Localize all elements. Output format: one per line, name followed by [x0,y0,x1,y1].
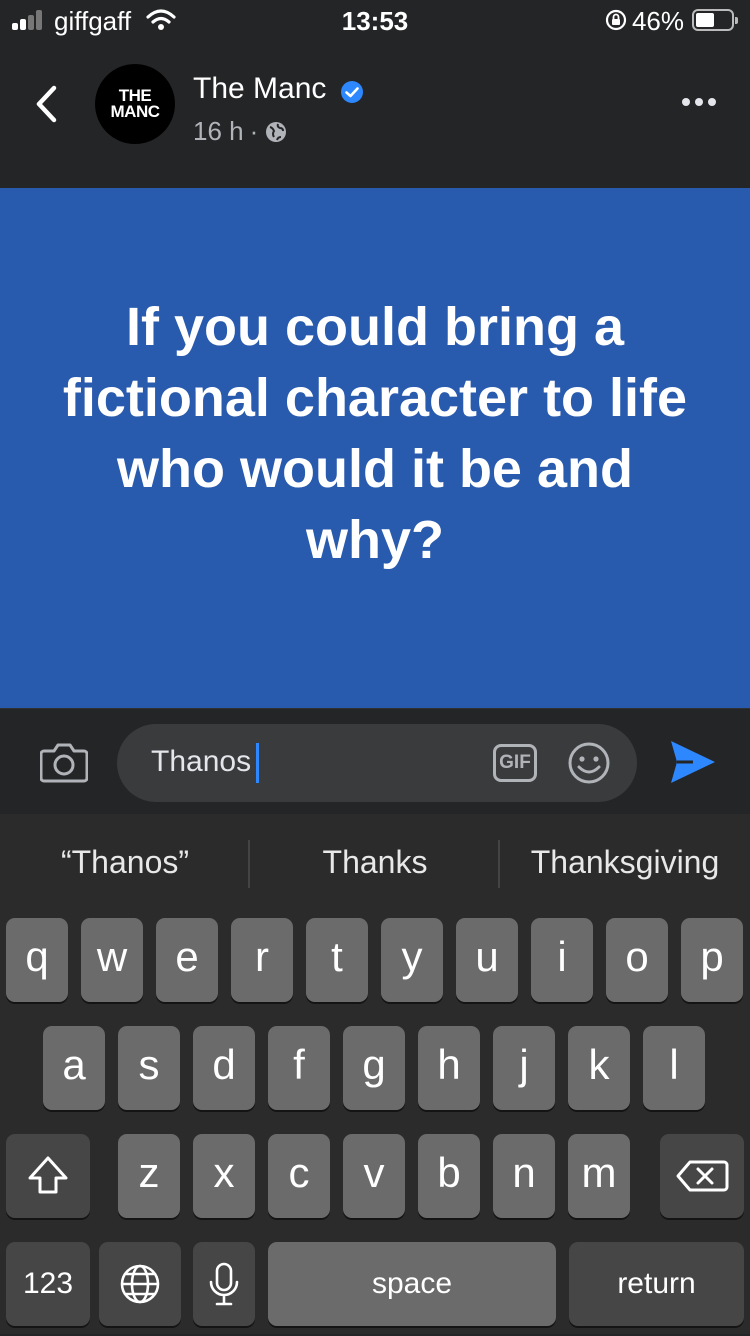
suggestion-3[interactable]: Thanksgiving [500,844,750,881]
numbers-key[interactable]: 123 [6,1242,90,1326]
key-m[interactable]: m [568,1134,630,1218]
return-key[interactable]: return [569,1242,744,1326]
microphone-icon [209,1262,239,1306]
key-j[interactable]: j [493,1026,555,1110]
key-i[interactable]: i [531,918,593,1002]
backspace-icon [676,1160,729,1192]
page-avatar[interactable]: THE MANC [95,64,175,144]
back-chevron-icon[interactable] [32,84,60,124]
language-globe-icon [120,1264,160,1304]
battery-percent: 46% [631,6,684,36]
space-key[interactable]: space [268,1242,556,1326]
key-n[interactable]: n [493,1134,555,1218]
backspace-key[interactable] [660,1134,744,1218]
key-d[interactable]: d [193,1026,255,1110]
key-h[interactable]: h [418,1026,480,1110]
key-x[interactable]: x [193,1134,255,1218]
key-y[interactable]: y [381,918,443,1002]
shift-key[interactable] [6,1134,90,1218]
status-bar: giffgaff 13:53 46% [0,0,750,44]
key-k[interactable]: k [568,1026,630,1110]
key-u[interactable]: u [456,918,518,1002]
avatar-text-line-2: MANC [110,102,161,121]
comment-input[interactable] [151,740,471,784]
gif-button[interactable]: GIF [493,744,537,782]
post-meta: 16 h · [193,116,288,147]
suggestion-bar: “Thanos” Thanks Thanksgiving [0,814,750,914]
shift-icon [28,1156,68,1194]
key-w[interactable]: w [81,918,143,1002]
suggestion-1[interactable]: “Thanos” [0,844,250,881]
post-time: 16 h [193,116,244,146]
battery-icon [692,9,738,31]
key-r[interactable]: r [231,918,293,1002]
globe-key[interactable] [99,1242,181,1326]
key-z[interactable]: z [118,1134,180,1218]
post-banner: If you could bring a fictional character… [0,188,750,708]
post-header: THE MANC The Manc 16 h · [0,44,750,188]
key-p[interactable]: p [681,918,743,1002]
key-g[interactable]: g [343,1026,405,1110]
globe-icon [266,121,287,142]
key-l[interactable]: l [643,1026,705,1110]
send-icon[interactable] [669,739,717,785]
comment-composer: GIF [0,708,750,815]
key-v[interactable]: v [343,1134,405,1218]
post-question: If you could bring a fictional character… [62,297,688,570]
dictation-key[interactable] [193,1242,255,1326]
key-a[interactable]: a [43,1026,105,1110]
key-c[interactable]: c [268,1134,330,1218]
key-s[interactable]: s [118,1026,180,1110]
more-options-icon[interactable] [682,98,716,106]
suggestion-2[interactable]: Thanks [250,844,500,881]
keyboard: “Thanos” Thanks Thanksgiving q w e r t y… [0,814,750,1334]
key-q[interactable]: q [6,918,68,1002]
orientation-lock-icon [605,9,627,31]
key-e[interactable]: e [156,918,218,1002]
key-o[interactable]: o [606,918,668,1002]
text-cursor [256,743,259,783]
verified-badge-icon [341,81,363,103]
camera-icon[interactable] [40,741,88,783]
key-f[interactable]: f [268,1026,330,1110]
comment-input-field[interactable]: GIF [117,724,637,802]
page-name[interactable]: The Manc [193,72,326,106]
key-b[interactable]: b [418,1134,480,1218]
emoji-icon[interactable] [567,741,611,785]
meta-separator: · [249,116,259,146]
key-t[interactable]: t [306,918,368,1002]
